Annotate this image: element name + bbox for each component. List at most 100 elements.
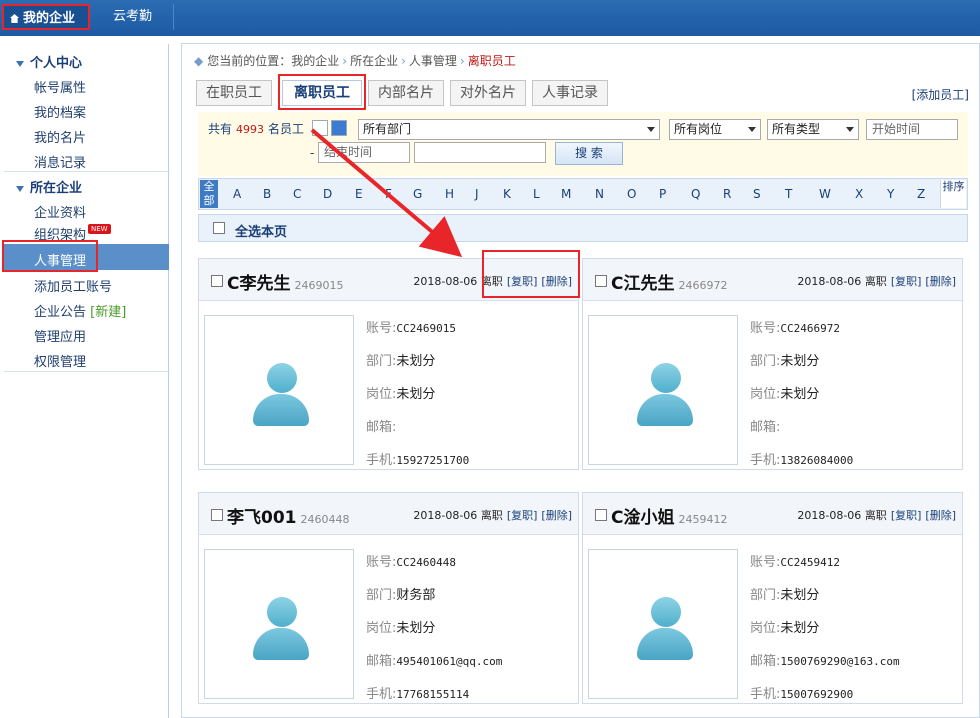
nav-cloud-attendance[interactable]: 云考勤 [92, 4, 174, 30]
tab-hr-records[interactable]: 人事记录 [532, 80, 608, 106]
breadcrumb-hr[interactable]: 人事管理 [409, 54, 457, 68]
employee-checkbox[interactable] [595, 275, 607, 287]
alpha-all[interactable]: 全部 [200, 180, 218, 208]
department-select[interactable]: 所有部门 [358, 119, 660, 140]
type-select[interactable]: 所有类型 [767, 119, 859, 140]
rehire-link[interactable]: [复职] [507, 509, 538, 522]
sidebar-section-company[interactable]: 所在企业 [16, 177, 82, 196]
alpha-letter[interactable]: D [323, 187, 332, 201]
sidebar-section-personal[interactable]: 个人中心 [16, 52, 82, 71]
search-button[interactable]: 搜 索 [555, 142, 623, 165]
field-email: 邮箱:1500769290@163.com [750, 654, 900, 669]
rehire-link[interactable]: [复职] [891, 509, 922, 522]
alpha-letter[interactable]: Z [917, 187, 925, 201]
alpha-letter[interactable]: Q [691, 187, 700, 201]
sidebar-item-my-profile[interactable]: 我的档案 [34, 102, 86, 121]
list-view-icon[interactable] [312, 120, 328, 136]
employee-checkbox[interactable] [211, 275, 223, 287]
alpha-letter[interactable]: R [723, 187, 731, 201]
start-time-input[interactable]: 开始时间 [866, 119, 958, 140]
breadcrumb-my-company[interactable]: 我的企业 [291, 54, 339, 68]
alpha-letter[interactable]: W [819, 187, 831, 201]
alpha-letter[interactable]: T [785, 187, 792, 201]
alpha-letter[interactable]: H [445, 187, 454, 201]
select-all-label: 全选本页 [235, 225, 288, 240]
field-email: 邮箱: [366, 420, 397, 435]
avatar-head-icon [267, 363, 297, 393]
avatar-head-icon [267, 597, 297, 627]
avatar-placeholder [588, 315, 738, 465]
employee-checkbox[interactable] [595, 509, 607, 521]
alpha-letter[interactable]: A [233, 187, 241, 201]
alpha-letter[interactable]: S [753, 187, 761, 201]
avatar-placeholder [204, 315, 354, 465]
sidebar-item-account-props[interactable]: 帐号属性 [34, 77, 86, 96]
add-employee-link[interactable]: [添加员工] [912, 86, 969, 103]
breadcrumb-company[interactable]: 所在企业 [350, 54, 398, 68]
sidebar-item-manage-apps[interactable]: 管理应用 [34, 326, 86, 345]
sidebar-item-my-card[interactable]: 我的名片 [34, 127, 86, 146]
alpha-letter[interactable]: G [413, 187, 422, 201]
sidebar-item-permissions[interactable]: 权限管理 [34, 351, 86, 370]
field-position: 岗位:未划分 [366, 387, 436, 402]
end-time-input[interactable]: 结束时间 [318, 142, 410, 163]
employee-status: 2018-08-06 离职 [复职] [删除] [797, 275, 956, 288]
employee-card-header: 李飞001 2460448 2018-08-06 离职 [复职] [删除] [199, 493, 578, 535]
nav-my-company[interactable]: 我的企业 [2, 4, 90, 30]
location-icon: ◆ [194, 54, 204, 68]
sidebar-divider [4, 171, 170, 172]
delete-link[interactable]: [删除] [925, 275, 956, 288]
alpha-letter[interactable]: F [385, 187, 392, 201]
alpha-letter[interactable]: E [355, 187, 363, 201]
field-phone: 手机:17768155114 [366, 687, 470, 702]
alpha-letter[interactable]: N [595, 187, 604, 201]
alpha-letter[interactable]: M [561, 187, 571, 201]
tab-active-employees[interactable]: 在职员工 [196, 80, 272, 106]
annotation-box-tab [278, 74, 366, 110]
alpha-letter[interactable]: X [855, 187, 863, 201]
field-account: 账号:CC2459412 [750, 555, 840, 570]
alpha-letter[interactable]: L [533, 187, 540, 201]
alpha-letter[interactable]: K [503, 187, 511, 201]
breadcrumb-current: 离职员工 [467, 54, 516, 68]
sidebar-item-messages[interactable]: 消息记录 [34, 152, 86, 171]
alpha-letter[interactable]: J [475, 187, 479, 201]
home-icon [10, 14, 19, 23]
tab-internal-cards[interactable]: 内部名片 [368, 80, 444, 106]
avatar-head-icon [651, 363, 681, 393]
employee-checkbox[interactable] [211, 509, 223, 521]
avatar-body-icon [637, 628, 693, 660]
field-position: 岗位:未划分 [750, 621, 820, 636]
sidebar-item-add-employee-account[interactable]: 添加员工账号 [34, 276, 112, 295]
alpha-letter[interactable]: O [627, 187, 636, 201]
keyword-input[interactable] [414, 142, 546, 163]
employee-name: C江先生 2466972 [611, 274, 728, 294]
select-all-row: 全选本页 [198, 214, 968, 242]
annotation-box-hr [2, 240, 98, 272]
grid-view-icon[interactable] [331, 120, 347, 136]
alpha-letter[interactable]: P [659, 187, 666, 201]
select-all-checkbox[interactable] [213, 222, 225, 234]
field-account: 账号:CC2469015 [366, 321, 456, 336]
sidebar-item-announcements[interactable]: 企业公告 [新建] [34, 301, 126, 320]
position-select[interactable]: 所有岗位 [669, 119, 761, 140]
alpha-letter[interactable]: B [263, 187, 271, 201]
new-announcement-link[interactable]: [新建] [90, 305, 126, 320]
field-account: 账号:CC2460448 [366, 555, 456, 570]
alpha-letter[interactable]: Y [887, 187, 894, 201]
alpha-letter[interactable]: C [293, 187, 301, 201]
alpha-sort[interactable]: 排序 [940, 180, 966, 208]
field-department: 部门:未划分 [750, 588, 820, 603]
tab-external-cards[interactable]: 对外名片 [450, 80, 526, 106]
top-bar: 我的企业 云考勤 [0, 0, 980, 36]
rehire-link[interactable]: [复职] [891, 275, 922, 288]
employee-status: 2018-08-06 离职 [复职] [删除] [413, 509, 572, 522]
sidebar-divider [4, 371, 170, 372]
employee-id: 2469015 [294, 279, 344, 292]
delete-link[interactable]: [删除] [541, 509, 572, 522]
sidebar-item-company-info[interactable]: 企业资料 [34, 202, 86, 221]
employee-status: 2018-08-06 离职 [复职] [删除] [797, 509, 956, 522]
field-department: 部门:未划分 [366, 354, 436, 369]
employee-name: C李先生 2469015 [227, 274, 344, 294]
delete-link[interactable]: [删除] [925, 509, 956, 522]
